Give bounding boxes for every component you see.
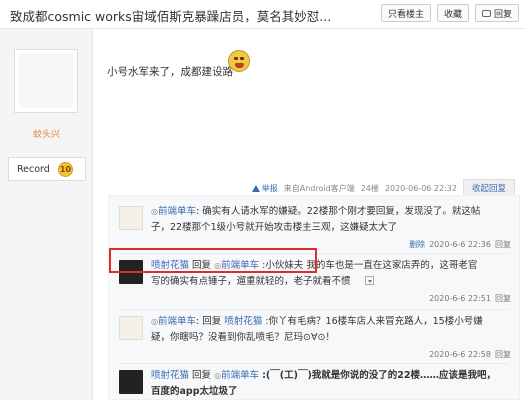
list-item: 喷射花猫 回复 ◎前端单车 :(￣(工)￣)我就是你说的没了的22楼……应该是我… <box>119 368 511 400</box>
reply-target[interactable]: 前端单车 <box>221 370 259 381</box>
reply-body: ◎前端单车: 确实有人请水军的嫌疑。22楼那个刚才要回复，发现没了。就这帖 子，… <box>119 204 511 253</box>
reply-text: :你丫有毛病？16楼车店人来冒充路人，15楼小号嫌 <box>265 316 483 327</box>
grin-emoji-icon <box>228 50 250 72</box>
reply-avatar[interactable] <box>119 370 143 394</box>
reply-avatar[interactable] <box>119 206 143 230</box>
reply-avatar[interactable] <box>119 316 143 340</box>
reply-text-cont: 百度的app太垃圾了 <box>151 386 238 397</box>
reply-text-cont: 子，22楼那个1级小号就开始攻击楼主三观，这嫌疑太大了 <box>151 222 398 233</box>
comment-icon <box>481 9 491 17</box>
avatar[interactable] <box>14 49 78 113</box>
author-sidebar: 蚊头兴 Record 10 <box>0 29 93 400</box>
thread-title: 致成都cosmic works宙域佰斯克暴躁店员，莫名其妙怼... <box>10 9 332 24</box>
only-op-button[interactable]: 只看楼主 <box>380 4 431 22</box>
reply-body: ◎前端单车: 回复 喷射花猫 :你丫有毛病？16楼车店人来冒充路人，15楼小号嫌… <box>119 314 511 363</box>
record-badge-row[interactable]: Record 10 <box>8 157 86 181</box>
post-source: 来自Android客户端 <box>283 183 355 193</box>
user-mark-icon: ◎ <box>151 207 158 216</box>
warning-icon <box>251 184 260 192</box>
post-floor: 24楼 <box>360 183 379 193</box>
reply-time: 2020-6-6 22:58 <box>429 350 491 359</box>
reply-body: 喷射花猫 回复 ◎前端单车 :(￣(工)￣)我就是你说的没了的22楼……应该是我… <box>119 368 511 400</box>
reply-text: :(￣(工)￣)我就是你说的没了的22楼……应该是我吧， <box>262 370 497 381</box>
reply-username[interactable]: 前端单车 <box>158 316 196 327</box>
header-actions: 只看楼主 收藏 回复 <box>380 4 519 22</box>
favorite-button[interactable]: 收藏 <box>436 4 469 22</box>
reply-button[interactable]: 回复 <box>474 4 519 22</box>
user-mark-icon: ◎ <box>151 317 158 326</box>
reply-username[interactable]: 喷射花猫 <box>151 370 189 381</box>
reply-link[interactable]: 回复 <box>495 237 511 253</box>
reply-word: 回复 <box>202 316 222 327</box>
record-label: Record <box>17 163 50 175</box>
reply-word: 回复 <box>192 370 212 381</box>
reply-divider <box>119 363 509 364</box>
report-link[interactable]: 举报 <box>251 183 278 194</box>
reply-list: ◎前端单车: 确实有人请水军的嫌疑。22楼那个刚才要回复，发现没了。就这帖 子，… <box>108 195 520 400</box>
reply-username[interactable]: 前端单车 <box>158 206 196 217</box>
reply-text: 我的车也是一直在这家店弄的，这哥老官 <box>306 260 478 271</box>
reply-target[interactable]: 喷射花猫 <box>224 316 262 327</box>
highlight-annotation <box>109 248 317 273</box>
author-name[interactable]: 蚊头兴 <box>0 127 93 140</box>
reply-meta: 2020-6-6 22:58 回复 <box>151 347 511 363</box>
report-label: 举报 <box>261 183 278 193</box>
list-item: ◎前端单车: 确实有人请水军的嫌疑。22楼那个刚才要回复，发现没了。就这帖 子，… <box>119 204 511 253</box>
reply-time: 2020-6-6 22:51 <box>429 294 491 303</box>
reply-button-label: 回复 <box>493 9 512 20</box>
reply-time: 2020-6-6 22:36 <box>429 240 491 249</box>
level-badge: 10 <box>58 162 73 177</box>
expand-icon[interactable] <box>364 276 374 285</box>
reply-meta: 2020-6-6 22:51 回复 <box>151 291 511 307</box>
reply-link[interactable]: 回复 <box>495 347 511 363</box>
post-content: 小号水军来了，成都建设路 <box>107 66 233 78</box>
delete-link[interactable]: 删除 <box>409 237 425 253</box>
reply-text-cont: 疑，你瞎吗？没看到你乱喷毛？尼玛⊙∀⊙！ <box>151 332 335 343</box>
avatar-image <box>19 54 73 108</box>
list-item: ◎前端单车: 回复 喷射花猫 :你丫有毛病？16楼车店人来冒充路人，15楼小号嫌… <box>119 314 511 363</box>
reply-link[interactable]: 回复 <box>495 291 511 307</box>
reply-text-cont: 写的确实有点锤子，遛重就轻的，老子就看不惯 <box>151 276 351 287</box>
reply-text: 确实有人请水军的嫌疑。22楼那个刚才要回复，发现没了。就这帖 <box>202 206 481 217</box>
reply-divider <box>119 309 509 310</box>
post-time: 2020-06-06 22:32 <box>384 183 457 193</box>
